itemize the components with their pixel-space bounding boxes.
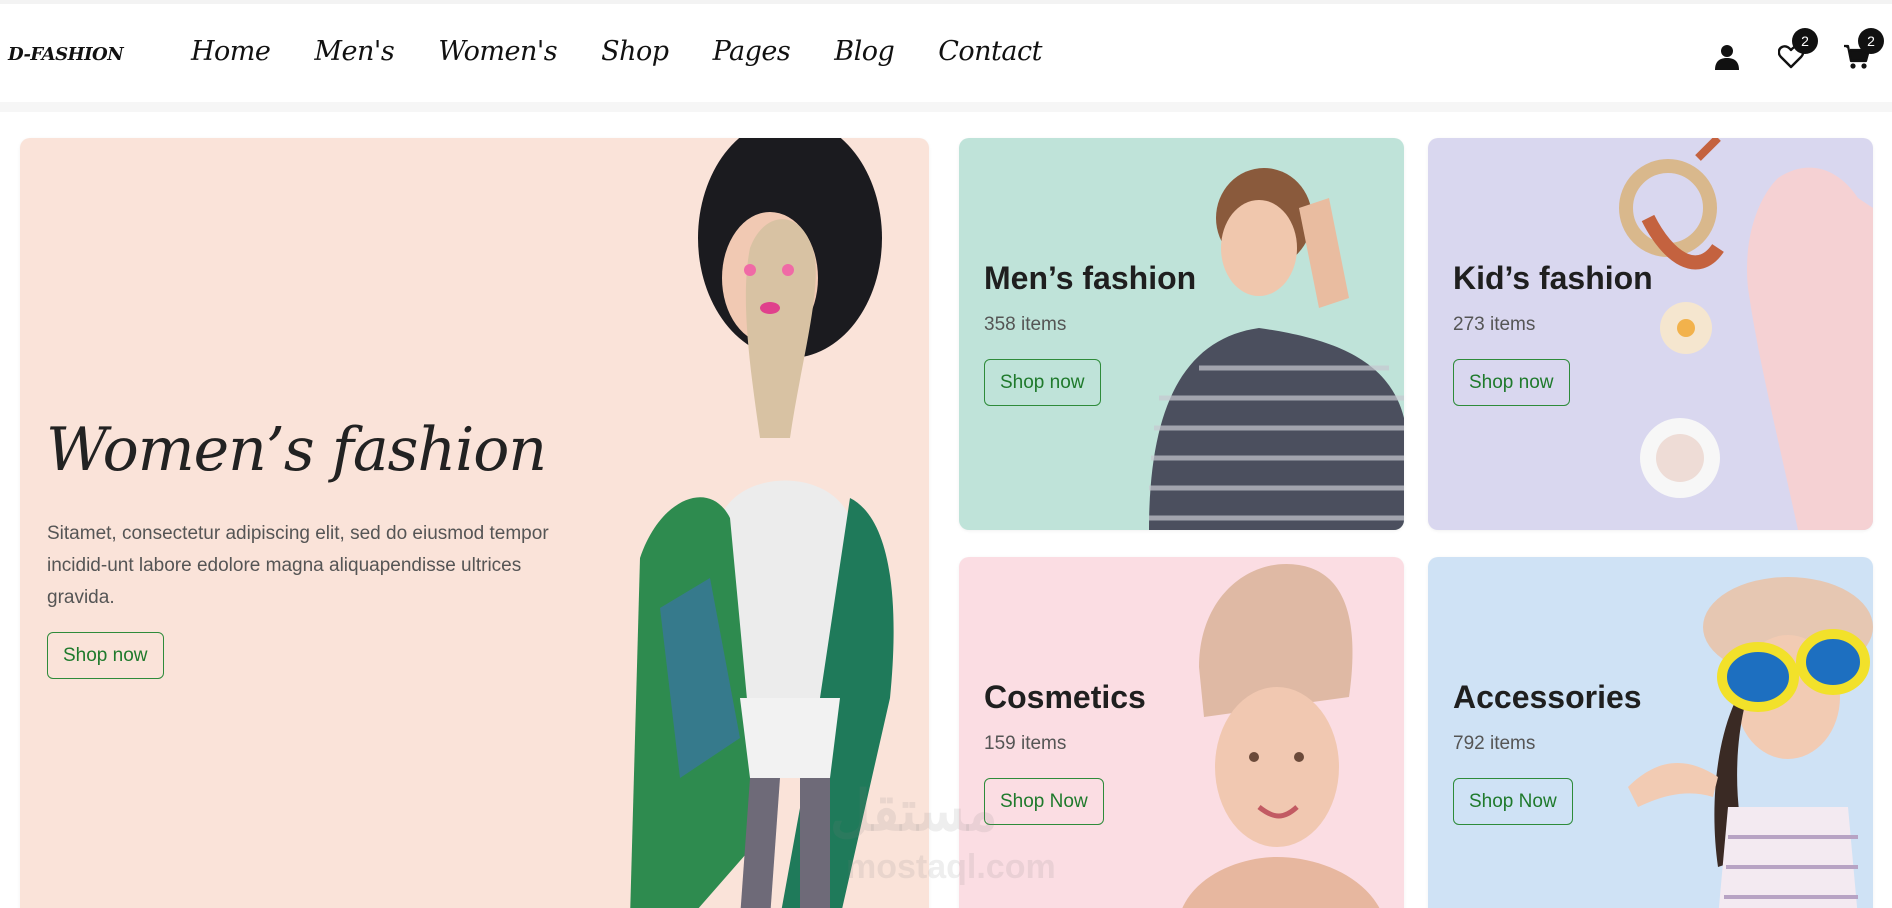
- nav-item-blog[interactable]: Blog: [834, 36, 895, 67]
- category-title: Men’s fashion: [984, 260, 1197, 296]
- mens-shop-now-button[interactable]: Shop now: [984, 359, 1101, 406]
- mens-model-image: [1149, 168, 1404, 530]
- hero-womens-fashion: Women’s fashion Sitamet, consectetur adi…: [20, 138, 929, 908]
- category-title: Cosmetics: [984, 679, 1146, 715]
- wishlist-count-badge: 2: [1792, 28, 1818, 54]
- nav-item-contact[interactable]: Contact: [938, 36, 1042, 67]
- hero-title: Women’s fashion: [46, 415, 547, 485]
- site-header: D-FASHION Home Men's Women's Shop Pages …: [0, 4, 1892, 102]
- main-nav: Home Men's Women's Shop Pages Blog Conta…: [191, 36, 1042, 67]
- nav-item-shop[interactable]: Shop: [601, 36, 669, 67]
- cosmetics-shop-now-button[interactable]: Shop Now: [984, 778, 1104, 825]
- category-card-accessories: Accessories 792 items Shop Now: [1428, 557, 1873, 908]
- kids-products-image: [1619, 138, 1873, 530]
- nav-item-home[interactable]: Home: [191, 36, 271, 67]
- watermark-url: mostaql.com: [846, 848, 1056, 886]
- category-item-count: 273 items: [1453, 314, 1536, 335]
- nav-item-mens[interactable]: Men's: [314, 36, 394, 67]
- category-title: Accessories: [1453, 679, 1642, 715]
- hero-shop-now-button[interactable]: Shop now: [47, 632, 164, 679]
- wishlist-button[interactable]: 2: [1776, 28, 1818, 72]
- category-title: Kid’s fashion: [1453, 260, 1653, 296]
- header-divider: [0, 102, 1892, 112]
- cosmetics-model-image: [1182, 563, 1380, 908]
- category-item-count: 159 items: [984, 733, 1067, 754]
- kids-shop-now-button[interactable]: Shop now: [1453, 359, 1570, 406]
- cart-button[interactable]: 2: [1842, 28, 1884, 72]
- site-logo[interactable]: D-FASHION: [8, 44, 124, 65]
- category-card-mens: Men’s fashion 358 items Shop now: [959, 138, 1404, 530]
- user-icon[interactable]: [1712, 42, 1742, 72]
- category-item-count: 792 items: [1453, 733, 1536, 754]
- accessories-model-image: [1628, 577, 1873, 908]
- accessories-shop-now-button[interactable]: Shop Now: [1453, 778, 1573, 825]
- nav-item-pages[interactable]: Pages: [713, 36, 791, 67]
- category-item-count: 358 items: [984, 314, 1067, 335]
- watermark-arabic: مستقل: [830, 779, 998, 842]
- hero-description: Sitamet, consectetur adipiscing elit, se…: [47, 523, 549, 608]
- nav-item-womens[interactable]: Women's: [438, 36, 557, 67]
- category-card-kids: Kid’s fashion 273 items Shop now: [1428, 138, 1873, 530]
- cart-count-badge: 2: [1858, 28, 1884, 54]
